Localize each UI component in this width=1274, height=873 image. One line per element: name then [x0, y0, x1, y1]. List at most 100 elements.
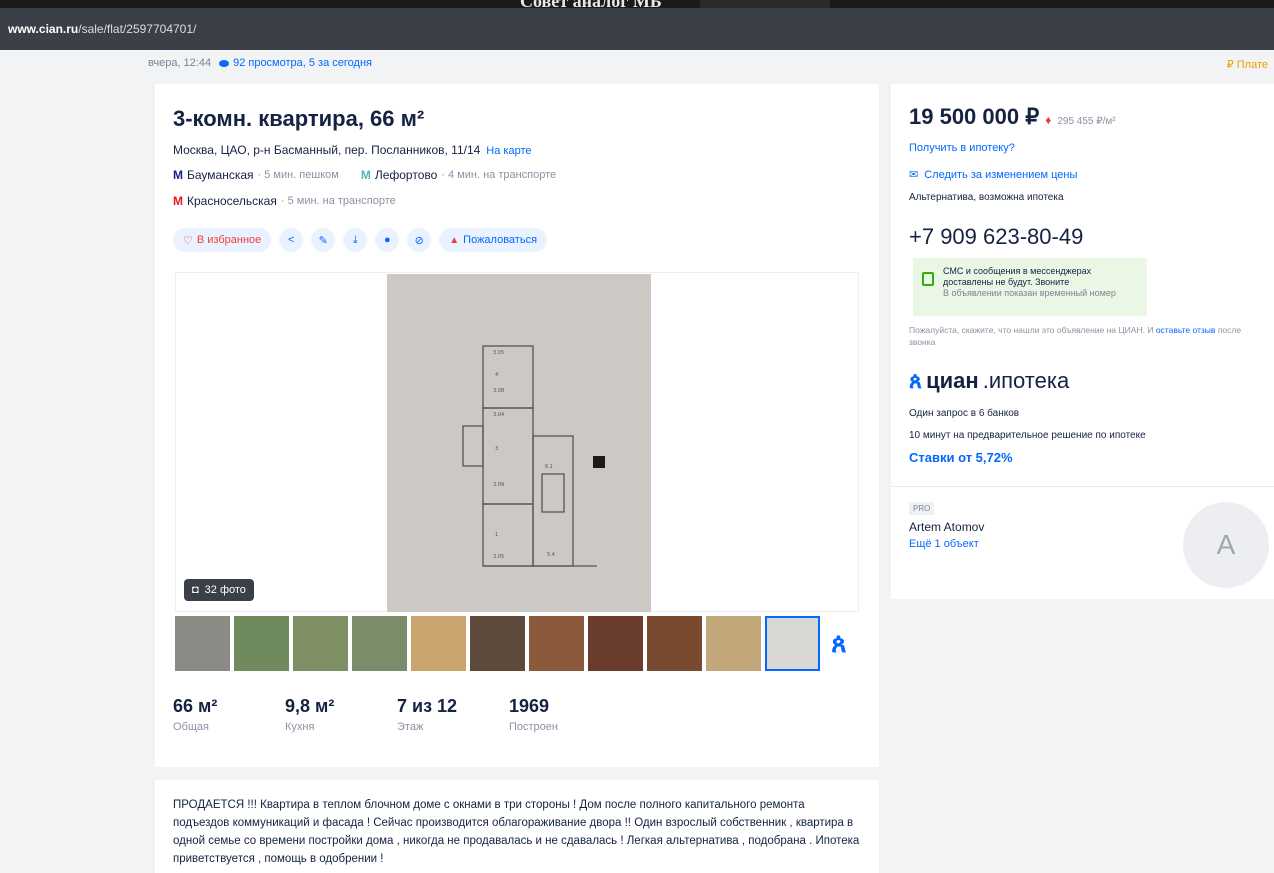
price-row: 19 500 000 ₽ ♦ 295 455 ₽/м² — [909, 104, 1116, 130]
rates-link[interactable]: Ставки от 5,72% — [909, 450, 1013, 465]
follow-price-label: Следить за изменением цены — [924, 168, 1078, 181]
agent-more-link[interactable]: Ещё 1 объект — [909, 538, 979, 550]
hide-icon: ⊘ — [414, 234, 424, 247]
stat-label: Построен — [509, 721, 558, 733]
action-bar: ♡ В избранное < ✎ ⤓ ● ⊘ ▲ Пожаловаться — [173, 228, 548, 252]
heart-icon: ♡ — [183, 234, 193, 247]
svg-text:5.4: 5.4 — [547, 552, 555, 558]
pro-badge: PRO — [909, 502, 935, 515]
eye-icon — [219, 59, 230, 67]
logo-brand: циан — [926, 368, 979, 393]
metro-time: · 4 мин. на транспорте — [441, 169, 557, 181]
floor-plan-image[interactable]: 3.05 4 3.08 3.04 3 3.09 1 3.05 6.1 5.4 — [387, 274, 651, 612]
photo-thumbnail[interactable] — [647, 616, 702, 671]
stat-value: 1969 — [509, 696, 550, 716]
window-tab-cap — [700, 0, 830, 8]
publish-date: вчера, 12:44 — [148, 57, 212, 69]
metro-icon: M — [173, 168, 183, 182]
svg-text:3.04: 3.04 — [493, 412, 504, 418]
photo-count-badge[interactable]: ◘ 32 фото — [184, 579, 254, 601]
avatar[interactable]: A — [1183, 502, 1269, 588]
metro-station[interactable]: Лефортово — [375, 168, 437, 182]
metro-row-1: M Бауманская · 5 мин. пешком M Лефортово… — [173, 168, 556, 182]
logo-word: .ипотека — [982, 368, 1070, 393]
photo-thumbnail-selected[interactable] — [765, 616, 820, 671]
metro-icon: M — [173, 194, 183, 208]
phone-number[interactable]: +7 909 623-80-49 — [909, 224, 1083, 250]
svg-text:3: 3 — [495, 446, 498, 452]
agent-name[interactable]: Artem Atomov — [909, 520, 984, 534]
photo-gallery[interactable]: 3.05 4 3.08 3.04 3 3.09 1 3.05 6.1 5.4 ◘ 32 фот… — [175, 272, 859, 612]
share-icon: < — [288, 234, 295, 246]
stat-value: 7 из 12 — [397, 696, 458, 716]
stat-floor: 7 из 12 Этаж — [397, 696, 509, 733]
photo-thumbnail[interactable] — [411, 616, 466, 671]
price-up-icon[interactable]: ♦ — [1045, 113, 1051, 127]
views-link[interactable]: 92 просмотра, 5 за сегодня — [219, 57, 372, 69]
address-text: Москва, ЦАО, р-н Басманный, пер. Посланн… — [173, 143, 481, 157]
listing-title: 3-комн. квартира, 66 м² — [173, 106, 425, 131]
sms-notice-sub: В объявлении показан временный номер — [943, 288, 1116, 298]
stat-label: Кухня — [285, 721, 315, 733]
metro-time: · 5 мин. пешком — [257, 169, 339, 181]
description-card: ПРОДАЕТСЯ !!! Квартира в теплом блочном … — [155, 780, 879, 873]
views-count: 92 просмотра, 5 за сегодня — [233, 57, 372, 69]
hide-button[interactable]: ⊘ — [407, 228, 432, 252]
pay-link[interactable]: ₽ Плате — [1227, 58, 1268, 71]
download-icon: ⤓ — [352, 233, 358, 246]
divider — [891, 486, 1274, 487]
print-icon: ● — [383, 234, 391, 246]
camera-icon: ◘ — [192, 584, 199, 596]
metro-station[interactable]: Бауманская — [187, 168, 254, 182]
svg-text:1: 1 — [495, 532, 498, 538]
sms-notice-text: СМС и сообщения в мессенджерах доставлен… — [943, 266, 1092, 287]
download-button[interactable]: ⤓ — [343, 228, 368, 252]
photo-thumbnail[interactable] — [470, 616, 525, 671]
price-value: 19 500 000 ₽ — [909, 104, 1040, 129]
window-top-strip: Совет аналог МБ — [0, 0, 1274, 11]
report-button[interactable]: ▲ Пожаловаться — [439, 228, 548, 252]
favorite-label: В избранное — [196, 234, 262, 246]
cian-logo-icon[interactable]: ጰ — [824, 616, 854, 671]
favorite-button[interactable]: ♡ В избранное — [173, 228, 272, 252]
photo-thumbnail[interactable] — [588, 616, 643, 671]
mortgage-link[interactable]: Получить в ипотеку? — [909, 142, 1015, 154]
stat-value: 9,8 м² — [285, 696, 335, 716]
ipoteka-line-1: Один запрос в 6 банков — [909, 408, 1020, 419]
thumbnail-strip[interactable]: ጰ — [175, 616, 859, 674]
follow-price-link[interactable]: ✉ Следить за изменением цены — [909, 168, 1078, 182]
stat-label: Этаж — [397, 721, 424, 733]
photo-thumbnail[interactable] — [352, 616, 407, 671]
envelope-icon: ✉ — [909, 169, 919, 181]
pencil-icon: ✎ — [318, 234, 328, 247]
url-path: /sale/flat/2597704701/ — [78, 22, 197, 36]
photo-thumbnail[interactable] — [293, 616, 348, 671]
call-note-text: Пожалуйста, скажите, что нашли это объяв… — [909, 325, 1154, 335]
svg-text:3.08: 3.08 — [493, 388, 504, 394]
url-host: www.cian.ru — [8, 22, 79, 36]
url-text[interactable]: www.cian.ru/sale/flat/2597704701/ — [8, 22, 196, 36]
call-note: Пожалуйста, скажите, что нашли это объяв… — [909, 324, 1259, 348]
photo-count-label: 32 фото — [204, 584, 246, 596]
edit-button[interactable]: ✎ — [311, 228, 336, 252]
metro-station[interactable]: Красносельская — [187, 194, 277, 208]
review-link[interactable]: оставьте отзыв — [1156, 325, 1216, 335]
photo-thumbnail[interactable] — [175, 616, 230, 671]
listing-meta: вчера, 12:44 92 просмотра, 5 за сегодня — [148, 57, 372, 69]
svg-text:3.05: 3.05 — [493, 554, 504, 560]
share-button[interactable]: < — [279, 228, 304, 252]
price-per-sqm: 295 455 ₽/м² — [1057, 116, 1116, 127]
metro-time: · 5 мин. на транспорте — [280, 195, 396, 207]
stat-total-area: 66 м² Общая — [173, 696, 285, 733]
photo-thumbnail[interactable] — [529, 616, 584, 671]
svg-text:6.1: 6.1 — [545, 464, 553, 470]
print-button[interactable]: ● — [375, 228, 400, 252]
svg-text:3.05: 3.05 — [493, 350, 504, 356]
photo-thumbnail[interactable] — [706, 616, 761, 671]
map-link[interactable]: На карте — [486, 145, 531, 157]
stat-built-year: 1969 Построен — [509, 696, 621, 733]
metro-row-2: M Красносельская · 5 мин. на транспорте — [173, 194, 396, 208]
photo-thumbnail[interactable] — [234, 616, 289, 671]
url-bar[interactable]: www.cian.ru/sale/flat/2597704701/ — [0, 8, 1274, 50]
cian-ipoteka-logo[interactable]: ጰ циан .ипотека — [909, 368, 1069, 394]
